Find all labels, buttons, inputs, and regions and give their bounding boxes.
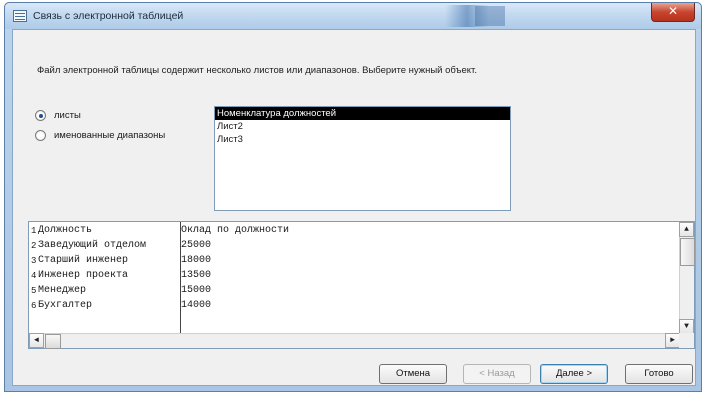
cell-position: Старший инженер <box>38 255 129 266</box>
cell-position: Заведующий отделом <box>38 240 147 251</box>
close-button[interactable]: ✕ <box>651 3 695 22</box>
cell-salary: Оклад по должности <box>181 225 290 236</box>
finish-button[interactable]: Готово <box>625 364 693 384</box>
vertical-scrollbar[interactable]: ▲ ▼ <box>679 222 695 334</box>
vertical-scroll-thumb[interactable] <box>680 238 695 266</box>
dialog-client-area: Файл электронной таблицы содержит нескол… <box>12 29 696 386</box>
cell-salary: 14000 <box>181 300 212 311</box>
cell-salary: 13500 <box>181 270 212 281</box>
row-number: 1 <box>31 226 37 236</box>
cell-position: Менеджер <box>38 285 87 296</box>
window-title: Связь с электронной таблицей <box>33 10 184 22</box>
radio-ranges-label: именованные диапазоны <box>54 130 166 141</box>
horizontal-scrollbar[interactable]: ◄ ► <box>29 333 680 349</box>
datasheet-icon <box>13 10 27 22</box>
radio-sheets-indicator[interactable] <box>35 110 46 121</box>
cell-position: Инженер проекта <box>38 270 129 281</box>
row-number: 3 <box>31 256 37 266</box>
sheet-list-item[interactable]: Лист2 <box>215 120 510 133</box>
cell-salary: 18000 <box>181 255 212 266</box>
cell-salary: 25000 <box>181 240 212 251</box>
scroll-right-icon[interactable]: ► <box>665 333 680 348</box>
next-button[interactable]: Далее > <box>540 364 608 384</box>
radio-sheets-label: листы <box>54 110 81 121</box>
data-preview-grid: 1 Должность Оклад по должности 2 Заведую… <box>28 221 695 349</box>
title-glare-shadow <box>475 6 505 26</box>
sheet-list-item[interactable]: Лист3 <box>215 133 510 146</box>
row-number: 5 <box>31 286 37 296</box>
cell-salary: 15000 <box>181 285 212 296</box>
title-bar[interactable]: Связь с электронной таблицей ✕ <box>5 3 701 29</box>
radio-sheets[interactable]: листы <box>35 110 81 121</box>
row-number: 2 <box>31 241 37 251</box>
sheet-listbox[interactable]: Номенклатура должностей Лист2 Лист3 <box>214 106 511 211</box>
horizontal-scroll-thumb[interactable] <box>45 334 61 349</box>
radio-ranges-indicator[interactable] <box>35 130 46 141</box>
dialog-window: Связь с электронной таблицей ✕ Файл элек… <box>4 2 702 392</box>
row-number: 6 <box>31 301 37 311</box>
row-number: 4 <box>31 271 37 281</box>
scroll-left-icon[interactable]: ◄ <box>29 333 44 348</box>
scroll-up-icon[interactable]: ▲ <box>679 222 694 237</box>
scroll-down-icon[interactable]: ▼ <box>679 319 694 334</box>
instruction-text: Файл электронной таблицы содержит нескол… <box>37 65 477 76</box>
back-button[interactable]: < Назад <box>463 364 531 384</box>
close-icon: ✕ <box>667 4 679 18</box>
radio-named-ranges[interactable]: именованные диапазоны <box>35 130 165 141</box>
sheet-list-item[interactable]: Номенклатура должностей <box>215 107 510 120</box>
cell-position: Должность <box>38 225 93 236</box>
cancel-button[interactable]: Отмена <box>379 364 447 384</box>
cell-position: Бухгалтер <box>38 300 93 311</box>
scroll-corner <box>679 333 694 348</box>
